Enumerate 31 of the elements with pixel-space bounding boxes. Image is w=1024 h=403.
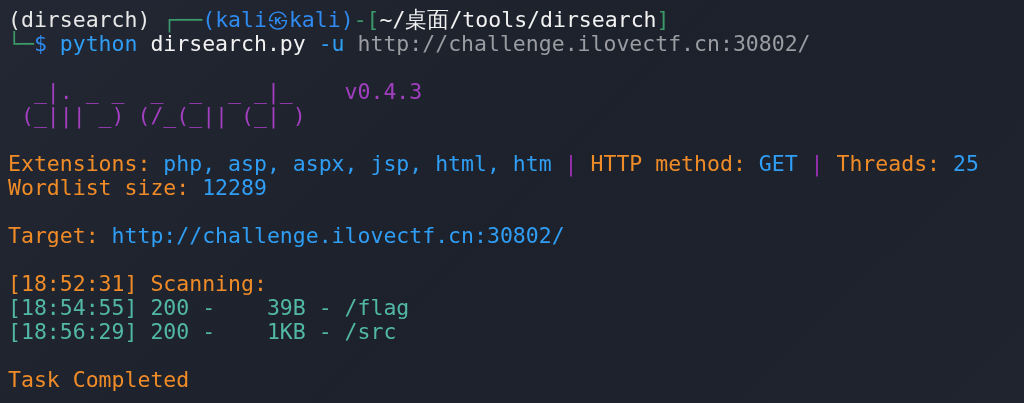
- terminal-text: [18:52:31] Scanning:: [8, 272, 267, 296]
- terminal-text: (kali㉿kali): [202, 8, 354, 32]
- terminal-text: http://challenge.ilovectf.cn:30802/: [356, 32, 811, 56]
- terminal-text: 25: [953, 152, 979, 176]
- terminal-text: dirsearch.py: [149, 32, 306, 56]
- terminal-text: Target:: [8, 224, 100, 248]
- terminal-text: (_||| _) (/_(_|| (_| ): [19, 104, 306, 128]
- terminal-text: [18:54:55] 200 - 39B - /flag: [8, 296, 410, 320]
- terminal-text: Task Completed: [8, 368, 190, 392]
- terminal-text: (dirsearch): [8, 8, 152, 32]
- terminal-text: python: [59, 32, 138, 56]
- terminal-text: Wordlist size:: [8, 176, 191, 200]
- terminal-text: [18:56:29] 200 - 1KB - /src: [8, 320, 397, 344]
- terminal-text: Threads:: [836, 152, 942, 176]
- terminal-text: v0.4.3: [343, 80, 423, 104]
- terminal-text: -u: [317, 32, 345, 56]
- terminal-text: GET: [758, 152, 798, 176]
- terminal-text: -[: [353, 8, 380, 32]
- terminal-text: 12289: [202, 176, 267, 200]
- terminal-text: Extensions:: [8, 152, 152, 176]
- terminal-text: ]: [656, 8, 670, 32]
- terminal-text: $: [33, 32, 48, 56]
- terminal-text: ┌──: [163, 8, 203, 32]
- terminal-text: php, asp, aspx, jsp, html, htm: [163, 152, 552, 176]
- terminal-text: HTTP method:: [590, 152, 747, 176]
- terminal-text: _|. _ _ _ _ _ _|_: [32, 80, 293, 104]
- terminal-text: ~/桌面/tools/dirsearch: [379, 8, 657, 32]
- terminal-text: http://challenge.ilovectf.cn:30802/: [111, 224, 565, 248]
- terminal-text: |: [809, 152, 825, 176]
- terminal-text: └─: [8, 32, 34, 56]
- terminal-text: |: [563, 152, 579, 176]
